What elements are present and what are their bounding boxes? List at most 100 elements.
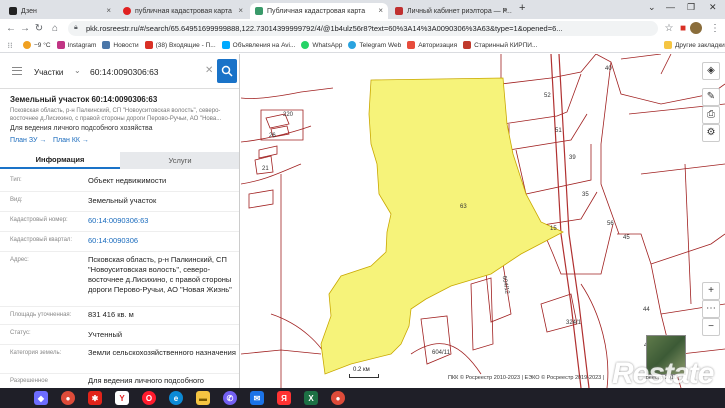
print-icon[interactable]: ⎙: [702, 106, 720, 124]
clear-search-icon[interactable]: ✕: [205, 65, 213, 76]
bookmark-weather[interactable]: −9 °C: [23, 41, 51, 49]
instagram-icon: [56, 41, 65, 49]
layers-icon[interactable]: ◈: [702, 62, 720, 80]
profile-avatar[interactable]: [690, 22, 702, 34]
back-arrow-icon[interactable]: ←: [4, 23, 18, 34]
url-text: pkk.rosreestr.ru/#/search/65.64951699999…: [86, 24, 563, 33]
cadastral-map[interactable]: 63 40 52 51 39 35 56 45 44 43 220 604/12…: [241, 54, 725, 388]
mail-icon: [144, 41, 153, 49]
new-tab-button[interactable]: +: [519, 2, 525, 14]
browser-tab-title: публичная кадастровая карта: [135, 7, 232, 15]
object-title: Земельный участок 60:14:0090306:63: [10, 95, 158, 104]
star-bookmark-icon[interactable]: ☆: [662, 23, 676, 34]
dzen-favicon-icon: [9, 7, 17, 15]
plan-zu-link[interactable]: План ЗУ →: [10, 137, 46, 144]
start-icon[interactable]: ◆: [34, 391, 48, 405]
parcel-label: 40: [605, 66, 612, 72]
object-address-short: Псковская область, р-н Палкинский, СП "Н…: [10, 108, 222, 122]
parcel-label: 39: [569, 155, 576, 161]
browser-tab-pkk[interactable]: Публичная кадастровая карта ×: [250, 3, 388, 19]
selected-parcel-highlight[interactable]: [320, 77, 564, 375]
bookmark-instagram[interactable]: Instagram: [56, 41, 96, 49]
info-row-cadastral-number: Кадастровый номер: 60:14:0090306:63: [0, 212, 239, 232]
browser-tab-title: Публичная кадастровая карта: [267, 7, 366, 15]
panel-tabs: Информация Услуги: [0, 152, 239, 169]
address-bar-row: ← → ↻ ⌂ 🔒︎ pkk.rosreestr.ru/#/search/65.…: [0, 19, 725, 38]
close-tab-icon[interactable]: ×: [238, 6, 243, 15]
extension-icon[interactable]: ■: [676, 23, 690, 34]
ruler-icon[interactable]: ✎: [702, 88, 720, 106]
parcel-label: 52: [544, 93, 551, 99]
info-row-area: Площадь уточненная: 831 416 кв. м: [0, 307, 239, 325]
parcel-label: 21: [262, 166, 269, 172]
bookmark-auth[interactable]: Авторизация: [407, 41, 457, 49]
plan-kk-link[interactable]: План КК →: [53, 137, 89, 144]
info-row-land-category: Категория земель: Земли сельскохозяйствен…: [0, 345, 239, 374]
edge-icon[interactable]: e: [169, 391, 183, 405]
settings-gear-icon[interactable]: ⚙: [702, 124, 720, 142]
yandex-icon[interactable]: Y: [115, 391, 129, 405]
info-row-type: Тип: Объект недвижимости: [0, 172, 239, 192]
zoom-in-button[interactable]: +: [702, 282, 720, 300]
excel-icon[interactable]: X: [304, 391, 318, 405]
parcel-label: 604/11: [432, 350, 450, 356]
taskbar: ◆ ● ✱ Y O e ▬ ✆ ✉ Я X ●: [0, 388, 725, 408]
mail-icon[interactable]: ✉: [250, 391, 264, 405]
forward-arrow-icon[interactable]: →: [18, 23, 32, 34]
reload-icon[interactable]: ↻: [32, 23, 46, 34]
menu-kebab-icon[interactable]: ⋮: [708, 23, 722, 34]
lock-icon: 🔒︎: [74, 24, 78, 31]
url-field[interactable]: 🔒︎ pkk.rosreestr.ru/#/search/65.64951699…: [68, 21, 658, 36]
parcel-label: 45: [623, 235, 630, 241]
browser-tab-strip: Дзен × публичная кадастровая карта × Пуб…: [0, 0, 725, 19]
zoom-more-button[interactable]: ⋯: [702, 300, 720, 318]
close-tab-icon[interactable]: ×: [378, 6, 383, 15]
parcel-label: 35: [582, 192, 589, 198]
browser-tab-title: Дзен: [21, 7, 37, 15]
folder-icon: [664, 41, 672, 49]
search-input[interactable]: 60:14:0090306:63: [90, 67, 159, 77]
tab-information[interactable]: Информация: [0, 152, 120, 169]
whatsapp-icon: [301, 41, 310, 49]
brick-icon: [463, 41, 472, 49]
search-icon: [221, 65, 233, 77]
close-window-button[interactable]: ✕: [709, 2, 717, 13]
bookmark-inbox[interactable]: (38) Входящие - П...: [144, 41, 216, 49]
browser-tab-dzen[interactable]: Дзен ×: [4, 3, 116, 19]
yandex-browser-icon[interactable]: Я: [277, 391, 291, 405]
rosreestr-favicon-icon: [255, 7, 263, 15]
bookmark-brick[interactable]: Старинный КИРПИ...: [463, 41, 537, 49]
telegram-icon: [348, 41, 357, 49]
zoom-out-button[interactable]: −: [702, 318, 720, 336]
home-icon[interactable]: ⌂: [48, 23, 62, 34]
weather-icon: [23, 41, 31, 49]
tab-search-chevron-icon[interactable]: ⌄: [648, 2, 656, 13]
close-tab-icon[interactable]: ×: [502, 6, 507, 15]
apps-grid-icon[interactable]: ⁝⁝: [3, 41, 17, 50]
tab-services[interactable]: Услуги: [120, 152, 239, 169]
bookmark-whatsapp[interactable]: WhatsApp: [301, 41, 342, 49]
chrome-icon[interactable]: ●: [61, 391, 75, 405]
bookmark-avito[interactable]: Объявления на Avi...: [221, 41, 295, 49]
viber-icon[interactable]: ✆: [223, 391, 237, 405]
opera-icon[interactable]: O: [142, 391, 156, 405]
files-icon[interactable]: ▬: [196, 391, 210, 405]
minimize-button[interactable]: —: [666, 2, 675, 12]
browser-tab-realtor[interactable]: Личный кабинет риэлтора — Р... ×: [390, 3, 512, 19]
search-button[interactable]: [217, 59, 237, 83]
chrome2-icon[interactable]: ●: [331, 391, 345, 405]
search-type-select[interactable]: Участки: [34, 68, 63, 77]
bookmark-news[interactable]: Новости: [102, 41, 139, 49]
huawei-icon[interactable]: ✱: [88, 391, 102, 405]
bookmark-other[interactable]: Другие закладки: [664, 41, 725, 49]
hamburger-menu-icon[interactable]: [12, 67, 22, 75]
parcel-label: 56: [607, 221, 614, 227]
maximize-button[interactable]: ❐: [687, 2, 695, 13]
bookmark-telegram[interactable]: Telegram Web: [348, 41, 401, 49]
chevron-down-icon[interactable]: ⌄: [74, 66, 81, 75]
vk-icon: [102, 41, 111, 49]
info-panel: Участки ⌄ 60:14:0090306:63 ✕ Земельный у…: [0, 54, 240, 388]
close-tab-icon[interactable]: ×: [106, 6, 111, 15]
browser-tab-search[interactable]: публичная кадастровая карта ×: [118, 3, 248, 19]
info-row-status: Статус: Учтенный: [0, 325, 239, 345]
